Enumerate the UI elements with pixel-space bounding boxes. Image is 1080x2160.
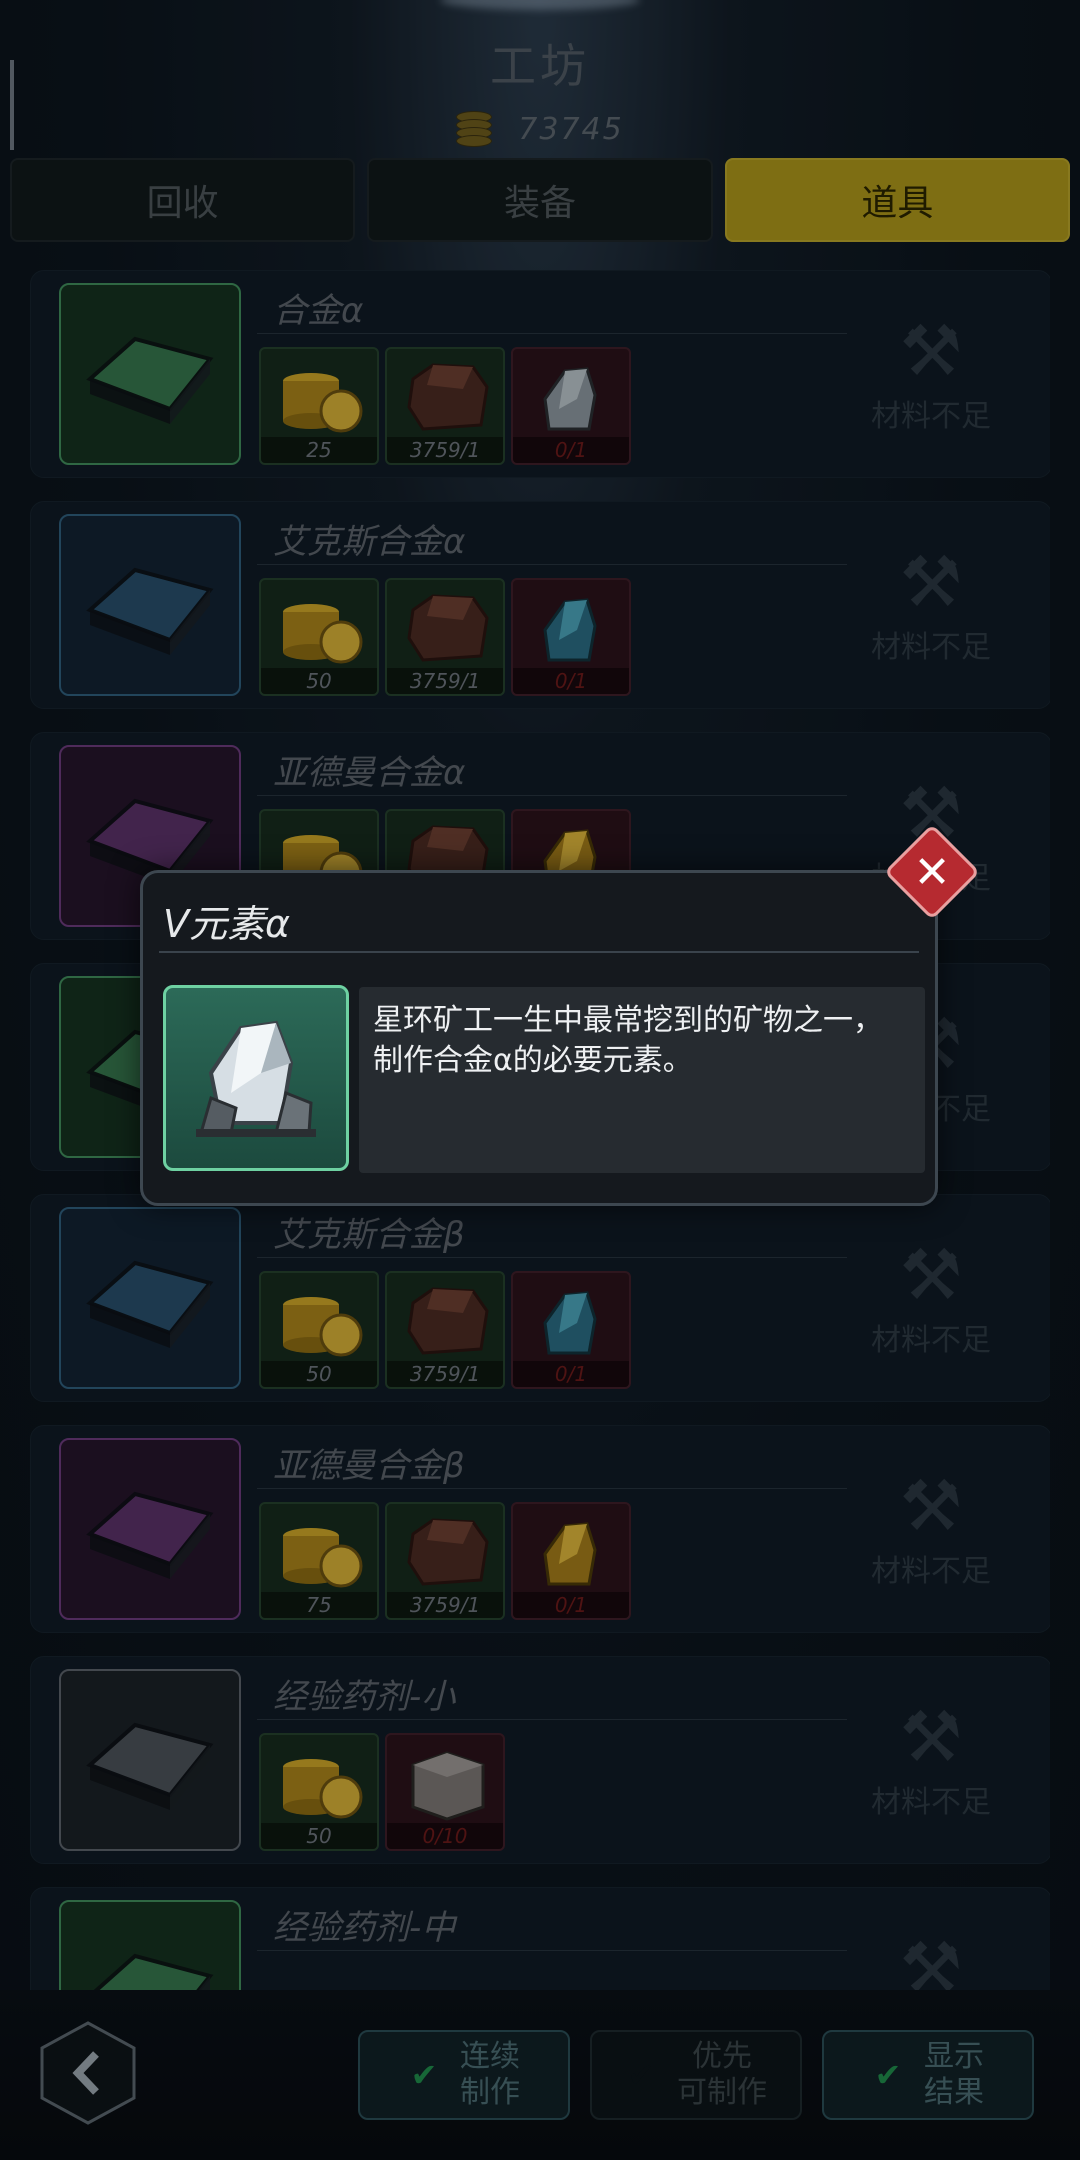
popup-item-image: [163, 985, 349, 1171]
popup-divider: [159, 951, 919, 953]
item-detail-popup: V元素α 星环矿工一生中最常挖到的矿物之一， 制作合金α的必要元素。: [140, 870, 938, 1206]
popup-description: 星环矿工一生中最常挖到的矿物之一， 制作合金α的必要元素。: [359, 987, 925, 1173]
silver-crystal-icon: [196, 1020, 316, 1137]
popup-title: V元素α: [163, 902, 291, 946]
workshop-screen: 工坊 73745 回收 装备 道具 合金α 25 3759/1 0/1 ⚒ 材料不足 艾克斯…: [0, 0, 1080, 2160]
close-icon[interactable]: ✕: [898, 838, 966, 906]
